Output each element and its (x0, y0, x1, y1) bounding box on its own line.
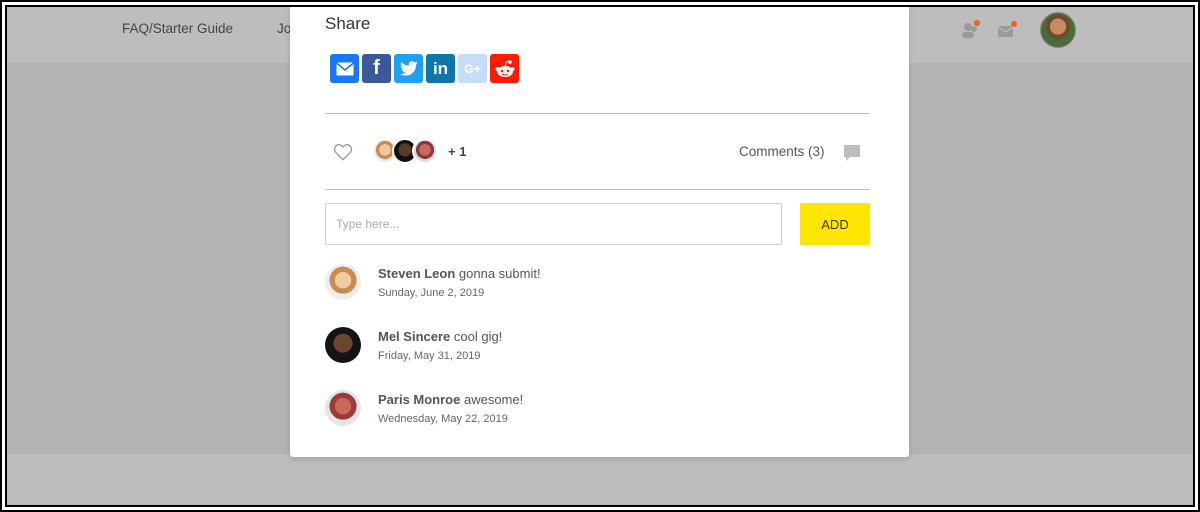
comment-line: Steven Leon gonna submit! (378, 266, 541, 281)
comment-input[interactable] (325, 203, 782, 245)
add-comment-button[interactable]: ADD (800, 203, 870, 245)
facebook-icon: f (373, 57, 380, 79)
like-heart-icon[interactable] (333, 143, 353, 161)
commenter-avatar[interactable] (325, 327, 361, 363)
nav-faq-starter-guide[interactable]: FAQ/Starter Guide (122, 21, 233, 36)
commenter-avatar[interactable] (325, 264, 361, 300)
share-linkedin-button[interactable]: in (426, 54, 455, 83)
comment-item: Paris Monroe awesome! Wednesday, May 22,… (325, 388, 865, 434)
twitter-icon (399, 60, 418, 76)
comment-date: Wednesday, May 22, 2019 (378, 413, 508, 425)
comment-text: gonna submit! (455, 266, 541, 281)
comment-text: awesome! (460, 392, 524, 407)
commenter-name[interactable]: Steven Leon (378, 266, 455, 281)
commenter-name[interactable]: Mel Sincere (378, 329, 450, 344)
share-buttons-row: f in G+ (330, 54, 519, 83)
comment-item: Steven Leon gonna submit! Sunday, June 2… (325, 262, 865, 308)
comment-item: Mel Sincere cool gig! Friday, May 31, 20… (325, 325, 865, 371)
likes-more-count[interactable]: + 1 (448, 144, 466, 159)
email-icon (335, 61, 354, 75)
comment-body: Mel Sincere cool gig! Friday, May 31, 20… (378, 329, 502, 362)
comment-text: cool gig! (450, 329, 503, 344)
messages-icon[interactable] (997, 21, 1017, 39)
comment-date: Sunday, June 2, 2019 (378, 287, 485, 299)
share-email-button[interactable] (330, 54, 359, 83)
page-background-strip (7, 454, 1193, 504)
comment-line: Paris Monroe awesome! (378, 392, 523, 407)
share-title: Share (325, 14, 371, 33)
commenter-avatar[interactable] (325, 390, 361, 426)
comment-body: Steven Leon gonna submit! Sunday, June 2… (378, 266, 541, 299)
team-notifications-icon[interactable] (961, 20, 981, 40)
comment-bubble-icon[interactable] (843, 144, 861, 162)
comments-count[interactable]: Comments (3) (739, 144, 825, 159)
share-facebook-button[interactable]: f (362, 54, 391, 83)
reddit-icon (495, 59, 514, 77)
divider (325, 189, 870, 190)
comment-date: Friday, May 31, 2019 (378, 350, 481, 362)
share-google-plus-button[interactable]: G+ (458, 54, 487, 83)
screenshot-inner-frame: FAQ/Starter Guide Jo Share f in G+ + 1 C… (5, 5, 1195, 507)
google-plus-icon: G+ (464, 61, 481, 76)
user-avatar[interactable] (1040, 12, 1076, 48)
likers-avatar-stack[interactable] (372, 138, 452, 166)
share-twitter-button[interactable] (394, 54, 423, 83)
comment-line: Mel Sincere cool gig! (378, 329, 502, 344)
liker-avatar (412, 138, 438, 164)
comment-body: Paris Monroe awesome! Wednesday, May 22,… (378, 392, 523, 425)
share-comments-modal: Share f in G+ + 1 Comments (3) Type here… (290, 7, 909, 457)
share-reddit-button[interactable] (490, 54, 519, 83)
commenter-name[interactable]: Paris Monroe (378, 392, 460, 407)
linkedin-icon: in (432, 58, 449, 78)
divider (325, 113, 870, 114)
